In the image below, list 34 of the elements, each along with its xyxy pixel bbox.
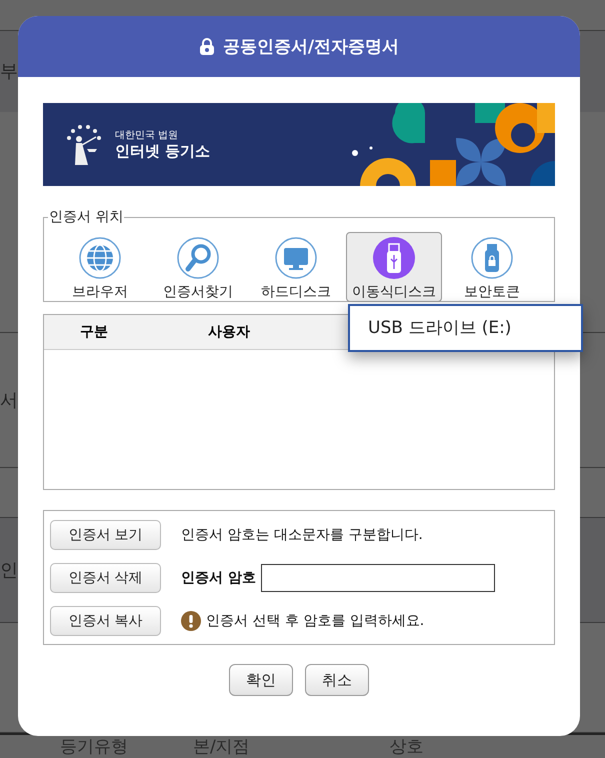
view-certificate-button[interactable]: 인증서 보기: [50, 520, 161, 550]
security-token-icon: [470, 236, 514, 280]
background-text: 부: [0, 60, 18, 84]
banner-title: 인터넷 등기소: [115, 142, 210, 161]
location-option[interactable]: 하드디스크: [248, 232, 344, 302]
location-option[interactable]: 보안토큰: [444, 232, 540, 302]
column-header: 구분: [79, 323, 109, 341]
warning-icon: [181, 610, 201, 630]
banner-subtitle: 대한민국 법원: [115, 129, 180, 142]
globe-icon: [78, 236, 122, 280]
dialog-title: 공동인증서/전자증명서: [222, 36, 400, 58]
copy-certificate-button[interactable]: 인증서 복사: [50, 606, 161, 636]
confirm-button[interactable]: 확인: [229, 664, 293, 696]
location-option[interactable]: 브라우저: [52, 232, 148, 302]
warning-text: 인증서 선택 후 암호를 입력하세요.: [206, 612, 424, 630]
password-label: 인증서 암호: [181, 568, 256, 586]
dropdown-item[interactable]: USB 드라이브 (E:): [350, 306, 581, 349]
column-header: 등기유형: [60, 736, 128, 758]
cancel-button[interactable]: 취소: [305, 664, 369, 696]
delete-certificate-button[interactable]: 인증서 삭제: [50, 562, 161, 592]
notice-text: 인증서 암호는 대소문자를 구분합니다.: [181, 526, 424, 544]
column-header: 상호: [390, 736, 424, 758]
usb-drive-icon: [372, 236, 416, 280]
column-header: 사용자: [207, 323, 251, 341]
location-option[interactable]: 인증서찾기: [150, 232, 246, 302]
column-header: 본/지점: [193, 736, 250, 758]
group-label: 인증서 위치: [48, 208, 124, 226]
search-icon: [176, 236, 220, 280]
monitor-icon: [274, 236, 318, 280]
background-text: 서: [0, 389, 18, 412]
lock-icon: [198, 38, 215, 55]
background-text: 인: [0, 559, 18, 582]
location-option[interactable]: 이동식디스크: [346, 232, 442, 302]
password-field[interactable]: [260, 564, 495, 592]
